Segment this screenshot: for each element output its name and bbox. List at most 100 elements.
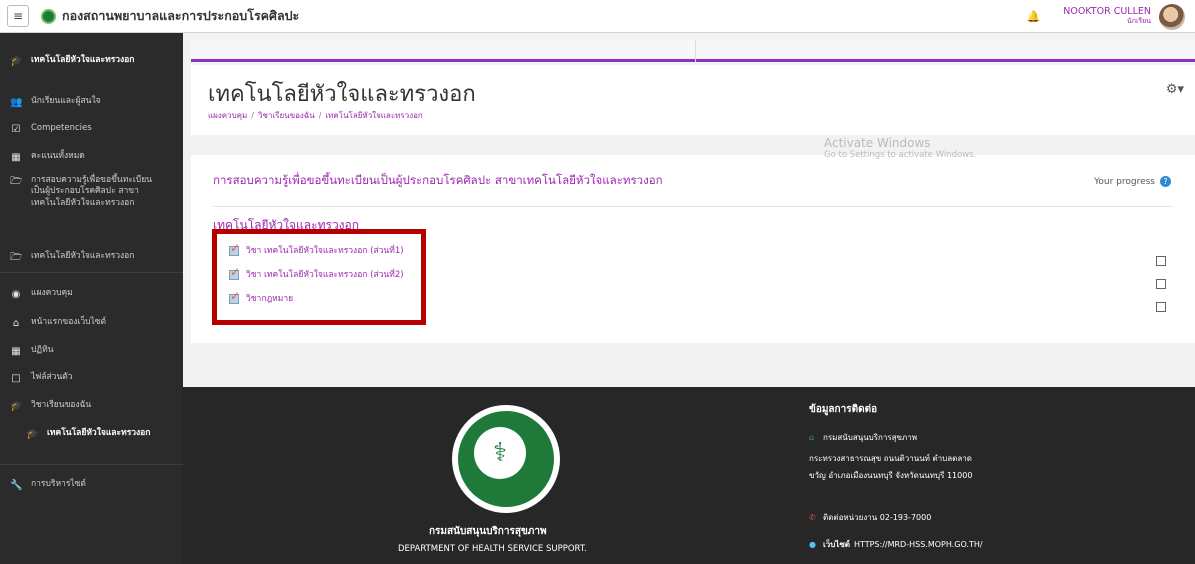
phone-label: ติดต่อหน่วยงาน 02-193-7000	[823, 513, 932, 522]
top-strip	[191, 40, 1195, 62]
activation-subtitle: Go to Settings to activate Windows.	[824, 150, 977, 161]
course-content: การสอบความรู้เพื่อขอขึ้นทะเบียนเป็นผู้ปร…	[191, 155, 1195, 343]
address-line: ขวัญ อำเภอเมืองนนทบุรี จังหวัดนนทบุรี 11…	[809, 471, 973, 480]
sidebar-item-label: เทคโนโลยีหัวใจและทรวงอก	[31, 251, 135, 261]
sidebar-item-label: Competencies	[31, 123, 92, 133]
sidebar-item-participants[interactable]: 👥 นักเรียนและผู้สนใจ	[0, 96, 183, 110]
windows-activation-notice: Activate Windows Go to Settings to activ…	[824, 136, 976, 161]
ministry-emblem-icon: ⚕	[452, 405, 560, 513]
sidebar-item-label: นักเรียนและผู้สนใจ	[31, 96, 101, 106]
website-link[interactable]: HTTPS://MRD-HSS.MOPH.GO.TH/	[854, 540, 983, 549]
top-navbar: ≡ กองสถานพยาบาลและการประกอบโรคศิลปะ 🔔 NO…	[0, 0, 1195, 33]
site-title[interactable]: กองสถานพยาบาลและการประกอบโรคศิลปะ	[62, 6, 299, 26]
footer: ⚕ กรมสนับสนุนบริการสุขภาพ DEPARTMENT OF …	[183, 387, 1195, 564]
activity-label[interactable]: วิชา เทคโนโลยีหัวใจและทรวงอก (ส่วนที่2)	[246, 267, 404, 281]
sidebar-item-label: วิชาเรียนของฉัน	[31, 400, 92, 410]
sidebar-item-label: เทคโนโลยีหัวใจและทรวงอก	[31, 55, 135, 65]
sidebar-item-competencies[interactable]: ☑ Competencies	[0, 123, 183, 137]
progress-indicator: Your progress ?	[1094, 176, 1171, 187]
breadcrumb-separator: /	[318, 111, 322, 120]
site-logo-icon[interactable]	[41, 8, 56, 24]
sidebar-item-label: หน้าแรกของเว็บไซต์	[31, 317, 107, 327]
sidebar-item-home[interactable]: ⌂ หน้าแรกของเว็บไซต์	[0, 317, 183, 331]
quiz-icon: ✓	[229, 265, 241, 280]
sidebar-item-label: คะแนนทั้งหมด	[31, 151, 85, 161]
contact-org: ⌂ กรมสนับสนุนบริการสุขภาพ	[809, 431, 917, 444]
phone-icon: ✆	[809, 513, 816, 522]
breadcrumb-separator: /	[251, 111, 254, 120]
graduation-cap-icon: 🎓	[10, 401, 23, 412]
completion-checkbox[interactable]	[1156, 256, 1166, 266]
folder-icon: 🗁	[10, 252, 23, 263]
activity-label[interactable]: วิชากฎหมาย	[246, 291, 293, 305]
page-title: เทคโนโลยีหัวใจและทรวงอก	[208, 82, 476, 107]
footer-dept-name-en: DEPARTMENT OF HEALTH SERVICE SUPPORT.	[398, 544, 587, 554]
sidebar-item-label: การบริหารไซต์	[31, 479, 86, 489]
sidebar-item-label: ปฏิทิน	[31, 345, 54, 355]
home-icon: ⌂	[809, 433, 815, 442]
avatar[interactable]	[1159, 3, 1185, 30]
activity-link[interactable]: ✓ วิชา เทคโนโลยีหัวใจและทรวงอก (ส่วนที่1…	[229, 241, 404, 257]
sidebar-item-topic[interactable]: 🗁 เทคโนโลยีหัวใจและทรวงอก	[0, 251, 183, 265]
user-menu[interactable]: NOOKTOR CULLEN นักเรียน	[1063, 6, 1151, 25]
graduation-cap-icon: 🎓	[26, 429, 39, 440]
contact-phone: ✆ ติดต่อหน่วยงาน 02-193-7000	[809, 511, 931, 524]
wrench-icon: 🔧	[10, 480, 23, 491]
sidebar: 🎓 เทคโนโลยีหัวใจและทรวงอก 👥 นักเรียนและผ…	[0, 33, 183, 564]
breadcrumb: แผงควบคุม / วิชาเรียนของฉัน / เทคโนโลยีหัวใจ…	[208, 109, 423, 122]
file-icon: □	[11, 373, 21, 384]
users-icon: 👥	[10, 97, 23, 108]
dashboard-icon: ◉	[11, 289, 21, 300]
top-strip-divider	[695, 40, 696, 62]
sidebar-item-label: เทคโนโลยีหัวใจและทรวงอก	[47, 428, 151, 438]
navbar-user-area: 🔔 NOOKTOR CULLEN นักเรียน	[1027, 0, 1195, 33]
globe-icon: ●	[809, 540, 816, 549]
sidebar-item-calendar[interactable]: ▦ ปฏิทิน	[0, 345, 183, 359]
hamburger-menu-button[interactable]: ≡	[7, 5, 29, 27]
contact-address-2: ขวัญ อำเภอเมืองนนทบุรี จังหวัดนนทบุรี 11…	[809, 469, 972, 482]
topic-title[interactable]: เทคโนโลยีหัวใจและทรวงอก	[213, 216, 359, 235]
website-label: เว็บไซต์	[823, 540, 850, 549]
table-icon: ▦	[11, 152, 21, 163]
sidebar-item-label: การสอบความรู้เพื่อขอขึ้นทะเบียนเป็นผู้ปร…	[31, 175, 152, 208]
progress-label: Your progress	[1094, 176, 1155, 187]
sidebar-item-my-course-1[interactable]: 🎓 เทคโนโลยีหัวใจและทรวงอก	[0, 428, 183, 442]
activity-link[interactable]: ✓ วิชากฎหมาย	[229, 289, 293, 305]
breadcrumb-dashboard[interactable]: แผงควบคุม	[208, 111, 247, 120]
sidebar-item-dashboard[interactable]: ◉ แผงควบคุม	[0, 288, 183, 302]
settings-gear-icon[interactable]: ⚙▾	[1166, 82, 1184, 97]
activity-label[interactable]: วิชา เทคโนโลยีหัวใจและทรวงอก (ส่วนที่1)	[246, 243, 404, 257]
sidebar-item-site-admin[interactable]: 🔧 การบริหารไซต์	[0, 479, 183, 493]
help-icon[interactable]: ?	[1160, 176, 1171, 187]
contact-address-1: กระทรวงสาธารณสุข ถนนติวานนท์ ตำบลตลาด	[809, 452, 972, 465]
checkbox-icon: ☑	[11, 124, 21, 135]
footer-dept-name-th: กรมสนับสนุนบริการสุขภาพ	[429, 526, 547, 537]
bell-icon[interactable]: 🔔	[1027, 10, 1041, 23]
folder-icon: 🗁	[10, 176, 23, 187]
sidebar-item-my-courses[interactable]: 🎓 วิชาเรียนของฉัน	[0, 400, 183, 414]
activity-link[interactable]: ✓ วิชา เทคโนโลยีหัวใจและทรวงอก (ส่วนที่2…	[229, 265, 404, 281]
contact-title: ข้อมูลการติดต่อ	[809, 404, 878, 415]
completion-checkbox[interactable]	[1156, 279, 1166, 289]
completion-checkbox[interactable]	[1156, 302, 1166, 312]
breadcrumb-my-courses[interactable]: วิชาเรียนของฉัน	[258, 111, 315, 120]
quiz-icon: ✓	[229, 289, 241, 304]
page-header: เทคโนโลยีหัวใจและทรวงอก แผงควบคุม / วิชาเร…	[191, 65, 1195, 135]
activation-title: Activate Windows	[824, 136, 931, 150]
sidebar-item-label: ไฟล์ส่วนตัว	[31, 372, 73, 382]
quiz-icon: ✓	[229, 241, 241, 256]
section-divider	[213, 206, 1173, 207]
sidebar-item-course[interactable]: 🎓 เทคโนโลยีหัวใจและทรวงอก	[0, 55, 183, 69]
breadcrumb-current-course[interactable]: เทคโนโลยีหัวใจและทรวงอก	[325, 111, 422, 120]
sidebar-item-grades[interactable]: ▦ คะแนนทั้งหมด	[0, 151, 183, 165]
contact-website: ● เว็บไซต์ HTTPS://MRD-HSS.MOPH.GO.TH/	[809, 538, 983, 551]
contact-org-label: กรมสนับสนุนบริการสุขภาพ	[823, 433, 918, 442]
section-title[interactable]: การสอบความรู้เพื่อขอขึ้นทะเบียนเป็นผู้ปร…	[213, 172, 663, 190]
sidebar-item-private-files[interactable]: □ ไฟล์ส่วนตัว	[0, 372, 183, 386]
sidebar-item-section[interactable]: 🗁 การสอบความรู้เพื่อขอขึ้นทะเบียนเป็นผู้…	[0, 175, 183, 209]
address-line: กระทรวงสาธารณสุข ถนนติวานนท์ ตำบลตลาด	[809, 454, 972, 463]
user-role: นักเรียน	[1126, 16, 1151, 25]
home-icon: ⌂	[12, 318, 20, 329]
calendar-icon: ▦	[11, 346, 21, 357]
sidebar-item-label: แผงควบคุม	[31, 288, 73, 298]
